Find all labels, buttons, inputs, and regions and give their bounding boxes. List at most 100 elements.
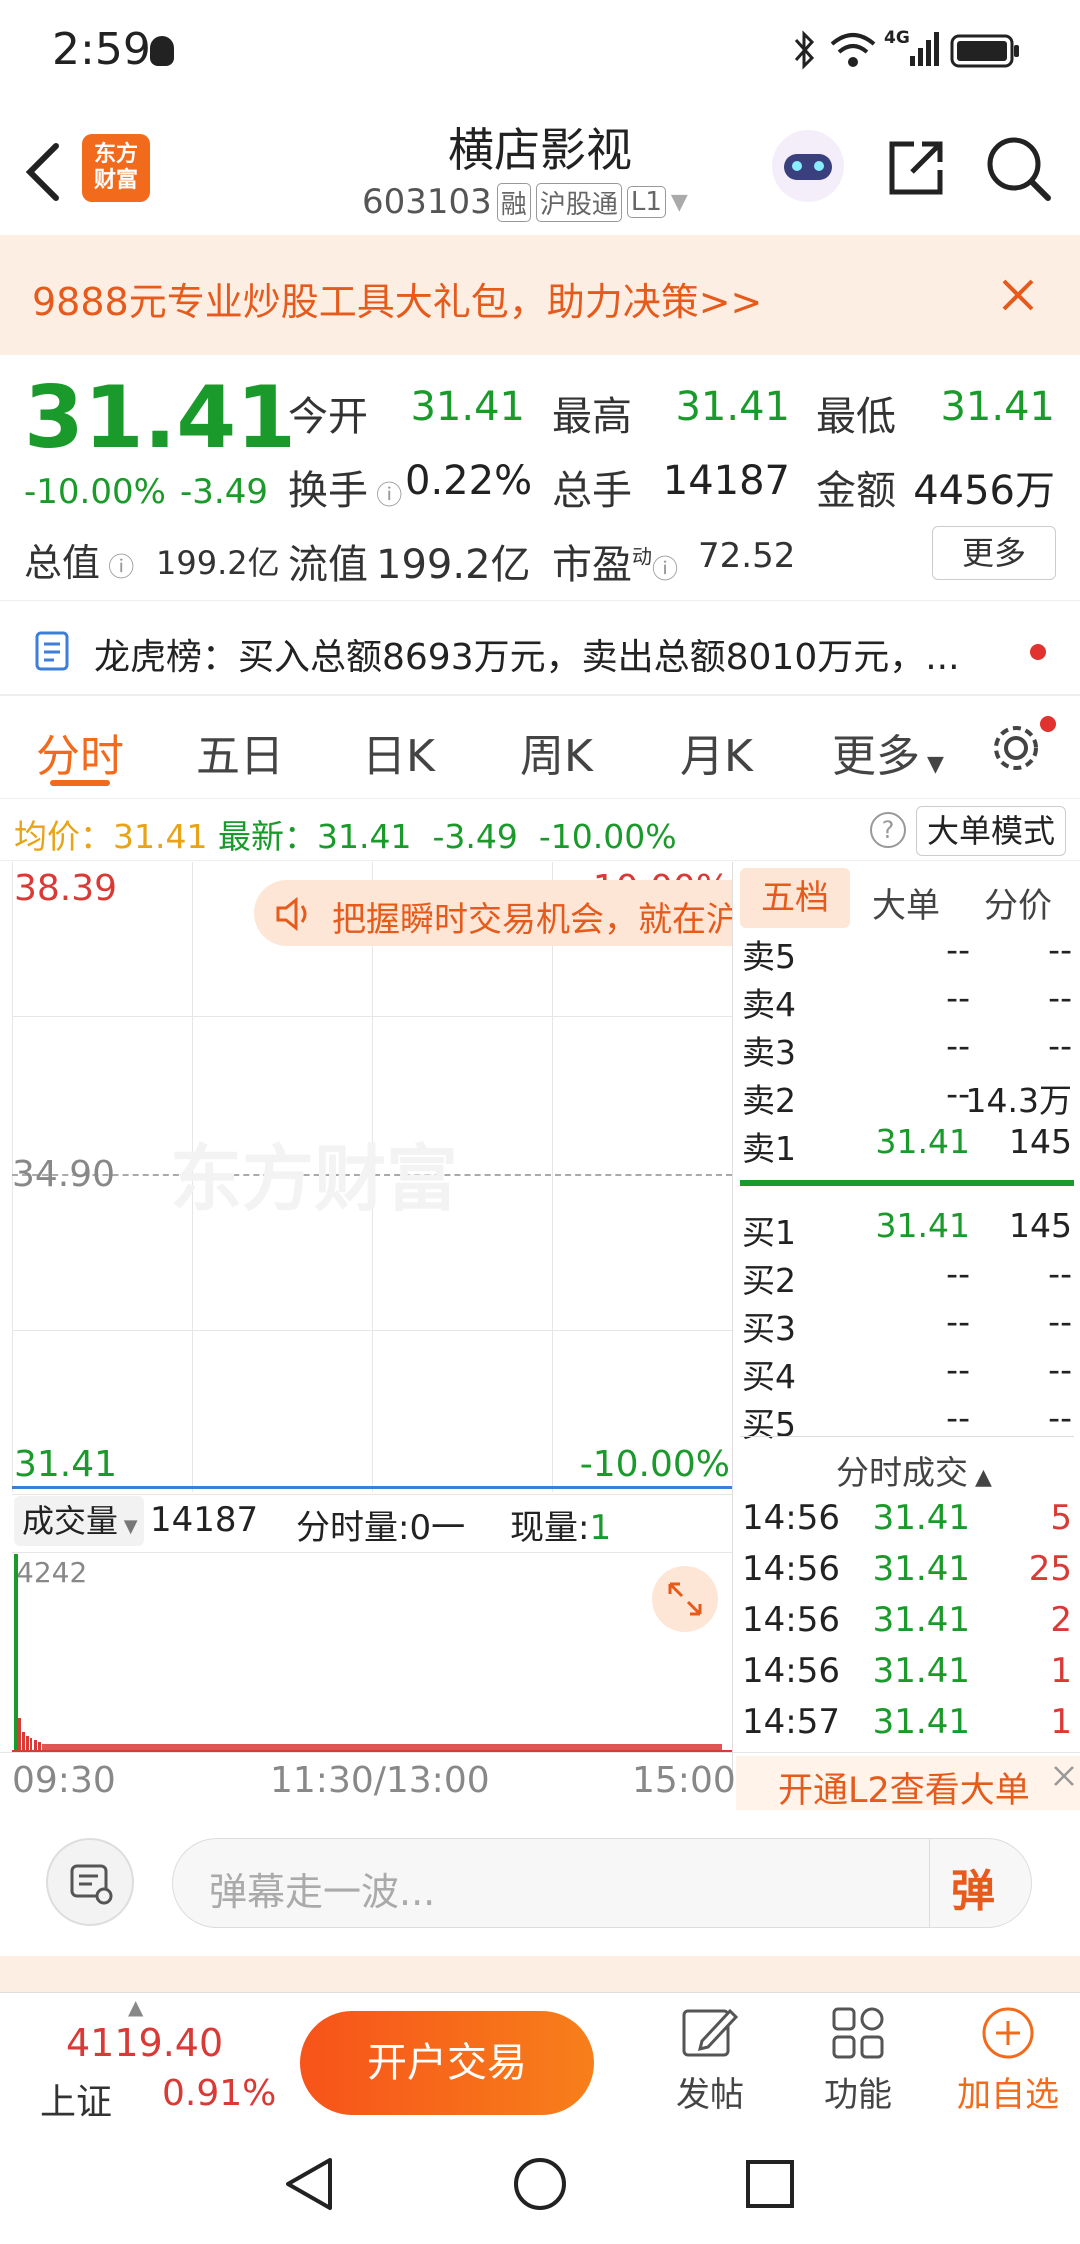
promo-banner[interactable]: 9888元专业炒股工具大礼包，助力决策>>	[0, 235, 1080, 355]
stock-header: 东方 财富 横店影视 603103 融 沪股通 L1 ▼	[0, 100, 1080, 235]
stock-code-row[interactable]: 603103 融 沪股通 L1 ▼	[362, 180, 688, 224]
tab-big-orders[interactable]: 大单	[872, 878, 940, 927]
amount-value: 4456万	[913, 468, 1055, 514]
status-time: 2:59	[52, 24, 151, 75]
dropdown-icon: ▼	[670, 189, 688, 215]
deals-title[interactable]: 分时成交 ▲	[836, 1446, 992, 1494]
big-order-mode-button[interactable]: 大单模式	[916, 806, 1066, 856]
time-label-mid: 11:30/13:00	[270, 1760, 490, 1801]
system-nav-bar	[0, 2128, 1080, 2244]
close-icon[interactable]	[1000, 277, 1036, 313]
index-value[interactable]: 4119.40	[66, 2021, 223, 2065]
grid-icon	[832, 2007, 884, 2059]
order-level-price: --	[946, 1026, 970, 1065]
order-level-price: --	[946, 978, 970, 1017]
share-icon[interactable]	[884, 136, 948, 200]
deal-time: 14:57	[742, 1702, 840, 1742]
search-icon[interactable]	[984, 134, 1054, 204]
order-level-volume: 145	[1009, 1122, 1072, 1161]
order-level-label: 卖2	[742, 1081, 796, 1120]
tab-five-levels[interactable]: 五档	[740, 868, 850, 928]
deal-price: 31.41	[872, 1702, 970, 1742]
mktcap-value: 199.2亿	[156, 544, 280, 582]
volume-bar	[42, 1744, 722, 1750]
functions-button[interactable]: 功能	[816, 2003, 900, 2123]
index-name: 上证	[40, 2082, 113, 2123]
danmu-placeholder: 弹幕走一波...	[209, 1870, 436, 1914]
settings-gear-icon[interactable]	[990, 720, 1046, 776]
chart-bottom-pct: -10.00%	[579, 1444, 730, 1485]
info-line: 均价：31.41 最新：31.41 -3.49 -10.00%	[14, 817, 677, 856]
promo-banner-text: 9888元专业炒股工具大礼包，助力决策>>	[32, 280, 763, 324]
news-text: 龙虎榜：买入总额8693万元，卖出总额8010万元，...	[94, 637, 960, 678]
add-circle-icon	[982, 2007, 1034, 2059]
tab-weekly-k[interactable]: 周K	[520, 720, 593, 784]
open-account-trade-button[interactable]: 开户交易	[300, 2011, 594, 2115]
help-icon[interactable]: ?	[870, 812, 906, 848]
battery-icon	[950, 34, 1019, 68]
danmu-input[interactable]: 弹幕走一波... 弹	[172, 1838, 1032, 1928]
order-level-price: --	[946, 930, 970, 969]
open-value: 31.41	[410, 384, 525, 430]
low-label: 最低	[816, 394, 896, 440]
deal-price: 31.41	[872, 1549, 970, 1589]
add-watchlist-button[interactable]: 加自选	[950, 2003, 1066, 2123]
pe-label: 市盈动ⓘ	[552, 542, 679, 588]
comment-settings-icon	[70, 1864, 113, 1905]
order-level-price: --	[946, 1398, 970, 1437]
chart-promo[interactable]: 把握瞬时交易机会，就在沪	[254, 880, 732, 946]
news-row[interactable]: 龙虎榜：买入总额8693万元，卖出总额8010万元，...	[0, 612, 1080, 692]
order-level-label: 卖5	[742, 937, 796, 976]
chart-bottom-price: 31.41	[14, 1444, 118, 1485]
order-level-label: 卖1	[742, 1129, 796, 1168]
order-level-label: 买1	[742, 1213, 796, 1252]
document-icon	[35, 631, 69, 671]
comment-list-button[interactable]	[46, 1838, 134, 1926]
edit-icon	[682, 2008, 739, 2057]
chart-mid-price: 34.90	[12, 1154, 116, 1195]
l2-promo[interactable]: 开通L2查看大单	[736, 1756, 1080, 1811]
current-price: 31.41	[24, 368, 297, 468]
order-level-price: --	[946, 1302, 970, 1341]
change-value: -3.49	[180, 472, 268, 512]
nav-home-icon[interactable]	[510, 2154, 570, 2214]
order-level-volume: --	[1048, 1350, 1072, 1389]
deal-volume: 25	[1028, 1549, 1072, 1589]
robot-assistant-icon[interactable]	[772, 130, 844, 202]
tab-five-day[interactable]: 五日	[196, 720, 284, 784]
index-pct: 0.91%	[162, 2073, 277, 2114]
turnover-value: 0.22%	[405, 458, 533, 504]
order-level-label: 买3	[742, 1309, 796, 1348]
order-level-label: 买2	[742, 1261, 796, 1300]
volume-bar	[34, 1740, 37, 1750]
post-button[interactable]: 发帖	[668, 2003, 752, 2123]
wifi-icon	[830, 33, 876, 67]
network-label: 4G	[884, 28, 910, 48]
tab-monthly-k[interactable]: 月K	[680, 720, 753, 784]
order-level-price: --	[946, 1074, 970, 1113]
mktcap-label: 总值 ⓘ	[24, 541, 135, 585]
tab-indicator	[50, 780, 110, 786]
volume-label: 总手	[552, 468, 632, 514]
info-icon: ⓘ	[100, 553, 135, 583]
volume-bar	[26, 1736, 29, 1750]
more-button[interactable]: 更多	[932, 526, 1056, 580]
tab-daily-k[interactable]: 日K	[362, 720, 435, 784]
bluetooth-icon	[794, 30, 815, 70]
danmu-send-button[interactable]: 弹	[951, 1855, 995, 1919]
tab-price-dist[interactable]: 分价	[984, 878, 1052, 927]
order-level-price: 31.41	[875, 1206, 970, 1245]
order-level-volume: --	[1048, 978, 1072, 1017]
deal-volume: 5	[1050, 1498, 1072, 1538]
tab-intraday[interactable]: 分时	[36, 720, 124, 784]
nav-back-icon[interactable]	[280, 2154, 340, 2214]
nav-recents-icon[interactable]	[740, 2154, 800, 2214]
comment-bar: 弹幕走一波... 弹	[0, 1812, 1080, 1960]
volume-dropdown[interactable]: 成交量 ▼	[14, 1496, 144, 1546]
order-level-volume: --	[1048, 1302, 1072, 1341]
tab-more[interactable]: 更多 ▼	[832, 720, 944, 784]
status-bar: 2:59 4G	[0, 0, 1080, 100]
tag-level: L1	[626, 186, 666, 218]
close-icon[interactable]	[1052, 1764, 1076, 1788]
open-label: 今开	[288, 394, 368, 440]
